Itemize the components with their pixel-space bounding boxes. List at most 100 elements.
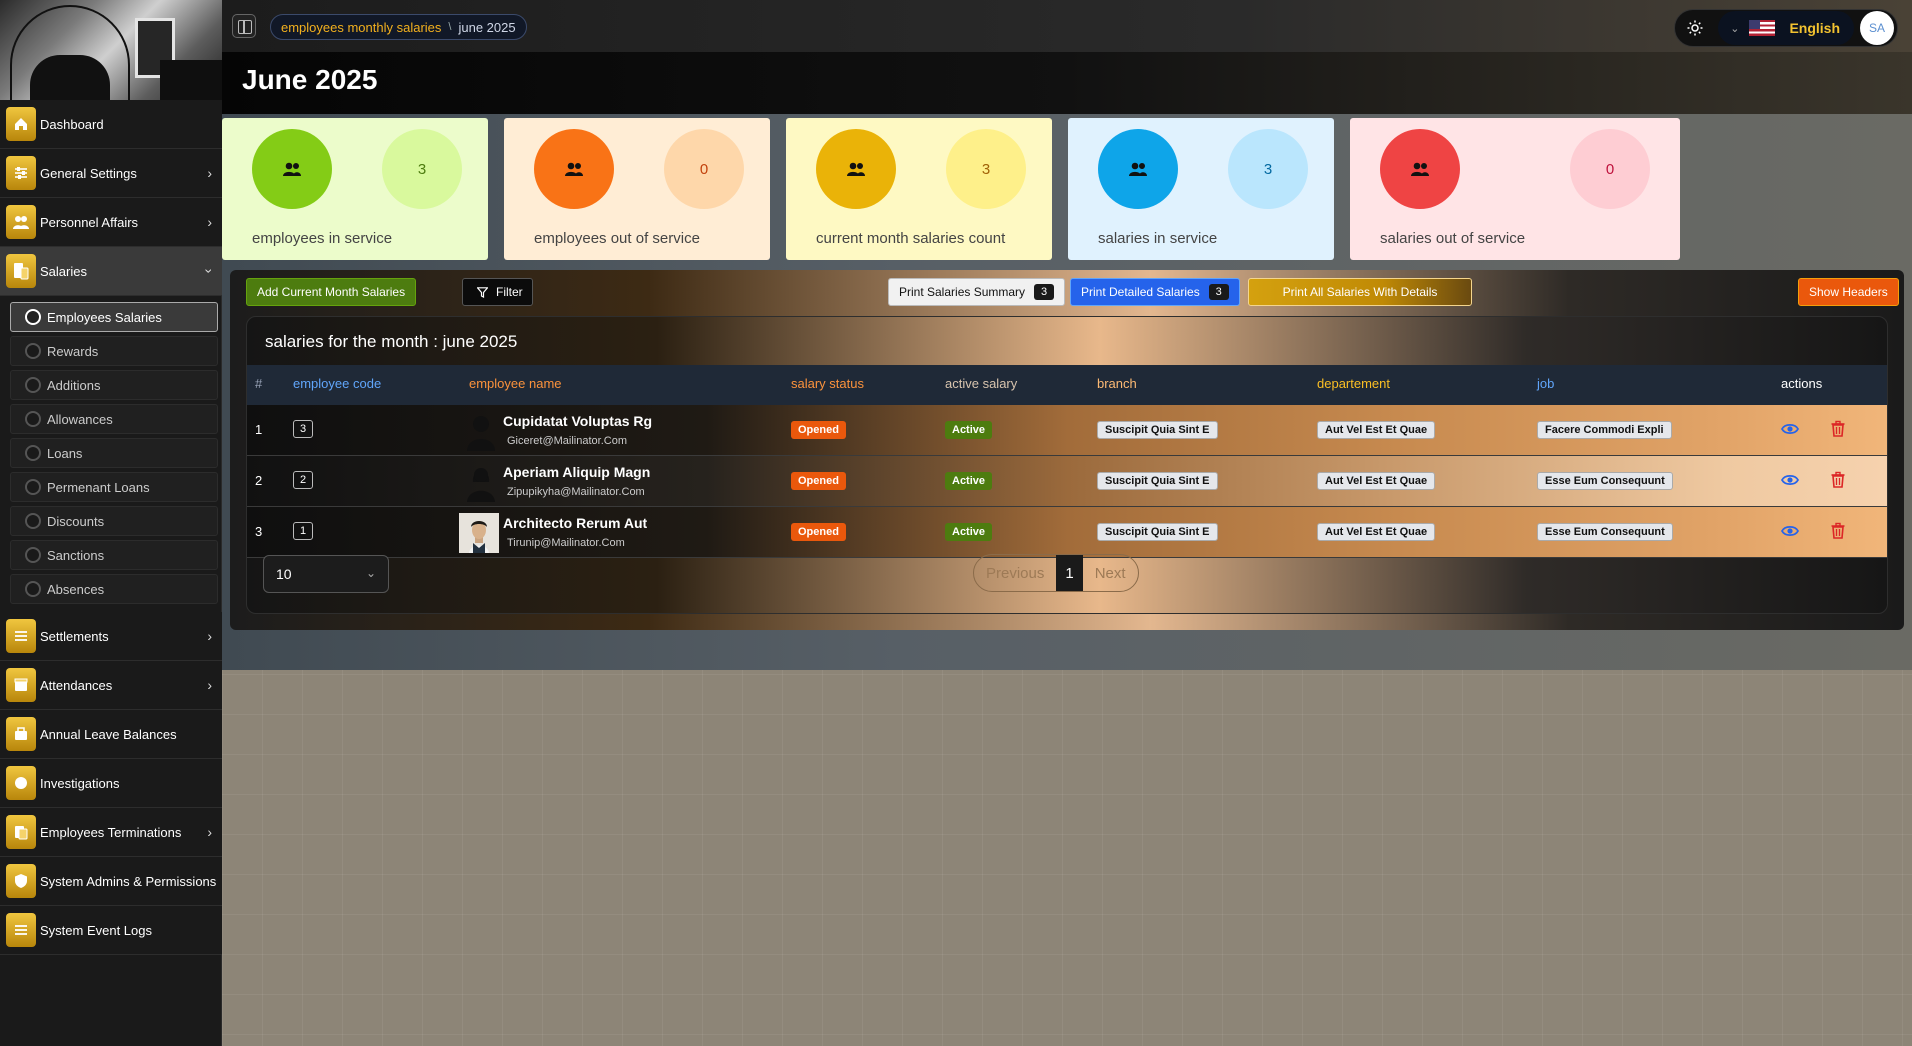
page-size-select[interactable]: 10 ⌄ xyxy=(263,555,389,593)
sidebar-item-investigations[interactable]: Investigations xyxy=(0,759,222,808)
avatar[interactable]: SA xyxy=(1860,11,1894,45)
stat-count: 3 xyxy=(946,129,1026,209)
sidebar-item-dashboard[interactable]: Dashboard xyxy=(0,100,222,149)
submenu-item-loans[interactable]: Loans xyxy=(10,438,218,468)
chevron-right-icon: › xyxy=(207,165,212,181)
view-eye-icon[interactable] xyxy=(1780,471,1800,489)
page-title: June 2025 xyxy=(242,64,378,95)
sidebar-item-general-settings[interactable]: General Settings › xyxy=(0,149,222,198)
pagination: Previous 1 Next xyxy=(973,554,1139,592)
print-all-salaries-button[interactable]: Print All Salaries With Details xyxy=(1248,278,1472,306)
col-header-active-salary[interactable]: active salary xyxy=(945,376,1017,391)
table-header-row: # employee code employee name salary sta… xyxy=(247,365,1887,405)
delete-trash-icon[interactable] xyxy=(1829,471,1847,489)
print-summary-label: Print Salaries Summary xyxy=(899,285,1026,299)
employee-name-link[interactable]: Aperiam Aliquip Magn xyxy=(503,464,650,480)
users-icon xyxy=(1098,129,1178,209)
home-icon xyxy=(6,107,36,141)
pagination-row: 10 ⌄ Previous 1 Next xyxy=(247,539,1887,599)
submenu-item-additions[interactable]: Additions xyxy=(10,370,218,400)
language-label: English xyxy=(1789,20,1840,36)
col-header-index: # xyxy=(255,376,263,391)
circle-icon xyxy=(25,547,41,563)
sidebar-toggle-button[interactable] xyxy=(232,14,256,38)
users-icon xyxy=(1380,129,1460,209)
breadcrumb-parent-link[interactable]: employees monthly salaries xyxy=(281,20,441,35)
topbar: employees monthly salaries \ june 2025 ⌄… xyxy=(222,0,1912,52)
submenu-item-permenant-loans[interactable]: Permenant Loans xyxy=(10,472,218,502)
branch-badge: Suscipit Quia Sint E xyxy=(1097,421,1218,439)
submenu-item-absences[interactable]: Absences xyxy=(10,574,218,604)
submenu-item-employees-salaries[interactable]: Employees Salaries xyxy=(10,302,218,332)
row-index: 1 xyxy=(255,422,263,437)
view-eye-icon[interactable] xyxy=(1780,522,1800,540)
people-icon xyxy=(6,205,36,239)
filter-icon xyxy=(477,286,488,298)
delete-trash-icon[interactable] xyxy=(1829,420,1847,438)
page-size-value: 10 xyxy=(276,566,292,582)
col-header-salary-status[interactable]: salary status xyxy=(791,376,864,391)
department-badge: Aut Vel Est Et Quae xyxy=(1317,472,1436,490)
circle-icon xyxy=(25,581,41,597)
branch-badge: Suscipit Quia Sint E xyxy=(1097,472,1218,490)
table-title: salaries for the month : june 2025 xyxy=(265,332,518,351)
stat-count: 0 xyxy=(664,129,744,209)
sidebar-item-settlements[interactable]: Settlements › xyxy=(0,612,222,661)
view-eye-icon[interactable] xyxy=(1780,420,1800,438)
stat-count: 0 xyxy=(1570,129,1650,209)
sidebar-item-label: Settlements xyxy=(40,628,109,644)
table-container: salaries for the month : june 2025 # emp… xyxy=(246,316,1888,614)
col-header-job[interactable]: job xyxy=(1537,376,1554,391)
previous-page-button[interactable]: Previous xyxy=(974,555,1056,591)
sidebar-item-annual-leave-balances[interactable]: Annual Leave Balances xyxy=(0,710,222,759)
submenu-item-discounts[interactable]: Discounts xyxy=(10,506,218,536)
submenu-item-rewards[interactable]: Rewards xyxy=(10,336,218,366)
circle-icon xyxy=(25,309,41,325)
add-current-month-salaries-button[interactable]: Add Current Month Salaries xyxy=(246,278,417,306)
language-select[interactable]: ⌄ English xyxy=(1718,11,1854,45)
filter-button[interactable]: Filter xyxy=(462,278,533,306)
users-icon xyxy=(534,129,614,209)
next-page-button[interactable]: Next xyxy=(1083,555,1138,591)
sidebar-item-salaries[interactable]: Salaries › xyxy=(0,247,222,296)
stat-card: 3 salaries in service xyxy=(1068,118,1334,260)
col-header-branch[interactable]: branch xyxy=(1097,376,1137,391)
theme-toggle-button[interactable] xyxy=(1678,11,1712,45)
topbar-controls: ⌄ English SA xyxy=(1674,9,1898,47)
stat-label: employees in service xyxy=(252,230,393,247)
employee-code-badge: 3 xyxy=(293,420,313,438)
sidebar-item-system-event-logs[interactable]: System Event Logs xyxy=(0,906,222,955)
sidebar-item-label: Attendances xyxy=(40,677,113,693)
submenu-item-sanctions[interactable]: Sanctions xyxy=(10,540,218,570)
col-header-department[interactable]: departement xyxy=(1317,376,1390,391)
stat-count: 3 xyxy=(1228,129,1308,209)
circle-icon xyxy=(25,377,41,393)
current-page-button[interactable]: 1 xyxy=(1056,555,1083,591)
submenu-item-label: Permenant Loans xyxy=(47,479,150,495)
print-detailed-salaries-button[interactable]: Print Detailed Salaries 3 xyxy=(1070,278,1240,306)
breadcrumb-current: june 2025 xyxy=(458,19,516,35)
employee-name-link[interactable]: Cupidatat Voluptas Rg xyxy=(503,413,652,429)
sidebar-item-personnel-affairs[interactable]: Personnel Affairs › xyxy=(0,198,222,247)
sidebar-item-label: Personnel Affairs xyxy=(40,214,139,230)
us-flag-icon xyxy=(1749,20,1776,36)
sidebar-item-label: Employees Terminations xyxy=(40,824,182,840)
show-headers-button[interactable]: Show Headers xyxy=(1798,278,1899,306)
col-header-employee-name[interactable]: employee name xyxy=(469,376,562,391)
list-icon xyxy=(6,619,36,653)
row-index: 3 xyxy=(255,524,263,539)
circle-icon xyxy=(25,411,41,427)
sidebar-item-system-admins-permissions[interactable]: System Admins & Permissions xyxy=(0,857,222,906)
stat-card: 0 salaries out of service xyxy=(1350,118,1680,260)
circle-icon xyxy=(6,766,36,800)
delete-trash-icon[interactable] xyxy=(1829,522,1847,540)
submenu-item-allowances[interactable]: Allowances xyxy=(10,404,218,434)
sidebar-item-attendances[interactable]: Attendances › xyxy=(0,661,222,710)
employee-name-link[interactable]: Architecto Rerum Aut xyxy=(503,515,647,531)
sidebar-item-employees-terminations[interactable]: Employees Terminations › xyxy=(0,808,222,857)
print-salaries-summary-button[interactable]: Print Salaries Summary 3 xyxy=(888,278,1066,306)
table-toolbar: Add Current Month Salaries Filter Print … xyxy=(230,270,1904,316)
chevron-right-icon: › xyxy=(207,628,212,644)
col-header-employee-code[interactable]: employee code xyxy=(293,376,381,391)
circle-icon xyxy=(25,445,41,461)
